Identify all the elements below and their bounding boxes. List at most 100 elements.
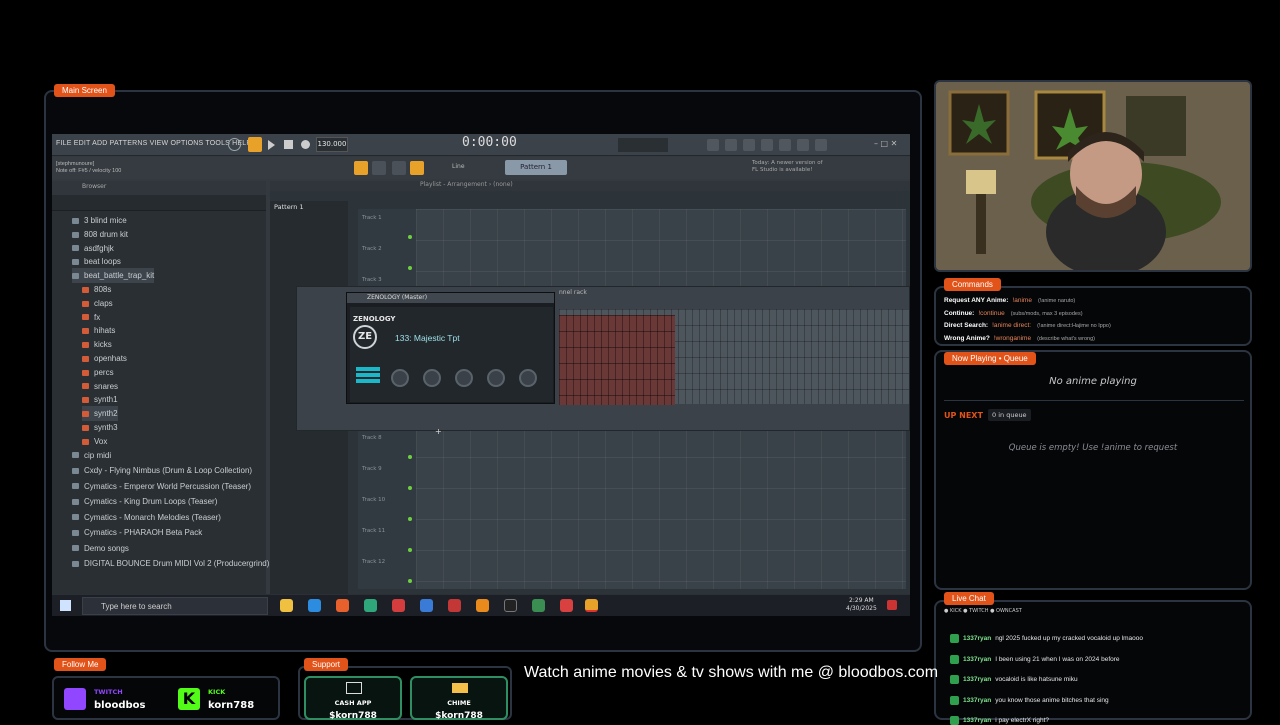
- pencil-icon[interactable]: [410, 161, 424, 175]
- pattern-selector[interactable]: Pattern 1: [505, 160, 567, 175]
- update-notice[interactable]: Today: A newer version of FL Studio is a…: [752, 160, 823, 174]
- attack-knob[interactable]: [455, 369, 473, 387]
- zenology-plugin[interactable]: ZENOLOGY (Master) ZENOLOGY ZE 133: Majes…: [346, 292, 555, 404]
- tool-icon[interactable]: [707, 139, 719, 151]
- browser-item[interactable]: asdfghjk: [72, 241, 114, 256]
- line-label[interactable]: Line: [452, 163, 465, 170]
- app-icon[interactable]: [532, 599, 545, 612]
- browser-item[interactable]: kicks: [82, 337, 112, 352]
- track-label[interactable]: Track 9: [362, 466, 382, 472]
- track-label[interactable]: Track 3: [362, 277, 382, 283]
- track-label[interactable]: Track 8: [362, 435, 382, 441]
- browser-item[interactable]: Cymatics - King Drum Loops (Teaser): [72, 494, 217, 509]
- play-icon[interactable]: [268, 140, 275, 150]
- fl-menu[interactable]: FILE EDIT ADD PATTERNS VIEW OPTIONS TOOL…: [56, 140, 251, 147]
- twitch-handle[interactable]: bloodbos: [94, 700, 145, 711]
- taskbar-search[interactable]: Type here to search: [82, 597, 268, 615]
- cutoff-knob[interactable]: [391, 369, 409, 387]
- browser-item[interactable]: 808s: [82, 282, 111, 297]
- stop-icon[interactable]: [284, 140, 293, 149]
- tool-icon[interactable]: [779, 139, 791, 151]
- chat-username[interactable]: 1337ryan: [963, 656, 991, 663]
- zenology-tab[interactable]: [356, 367, 380, 371]
- edge-icon[interactable]: [308, 599, 321, 612]
- track-label[interactable]: Track 1: [362, 215, 382, 221]
- browser-panel[interactable]: Browser 3 blind mice 808 drum kit asdfghjk…: [52, 181, 269, 594]
- tool-icon[interactable]: [743, 139, 755, 151]
- window-controls[interactable]: – □ ✕: [874, 139, 897, 148]
- chat-username[interactable]: 1337ryan: [963, 697, 991, 704]
- windows-start-icon[interactable]: [60, 600, 71, 611]
- zenology-patch-name[interactable]: 133: Majestic Tpt: [395, 333, 460, 343]
- browser-item[interactable]: Cymatics - PHARAOH Beta Pack: [72, 525, 202, 540]
- snap-icon[interactable]: [354, 161, 368, 175]
- pattern-song-toggle[interactable]: [248, 137, 262, 152]
- chrome-icon[interactable]: [560, 599, 573, 612]
- tool-icon[interactable]: [725, 139, 737, 151]
- browser-item[interactable]: Cymatics - Emperor World Percussion (Tea…: [72, 479, 251, 494]
- track-label[interactable]: Track 12: [362, 559, 385, 565]
- draw-icon[interactable]: [372, 161, 386, 175]
- taskbar-clock[interactable]: 2:29 AM 4/30/2025: [846, 597, 877, 613]
- browser-item[interactable]: Cxdy - Flying Nimbus (Drum & Loop Collec…: [72, 463, 252, 478]
- fl-studio-taskbar-icon[interactable]: [585, 599, 598, 612]
- browser-item[interactable]: synth1: [82, 392, 118, 407]
- browser-item[interactable]: snares: [82, 379, 118, 394]
- zenology-tab[interactable]: [356, 373, 380, 377]
- release-knob[interactable]: [487, 369, 505, 387]
- app-icon[interactable]: [420, 599, 433, 612]
- track-mute-led[interactable]: [408, 579, 412, 583]
- track-label[interactable]: Track 2: [362, 246, 382, 252]
- track-mute-led[interactable]: [408, 455, 412, 459]
- help-icon[interactable]: [761, 139, 773, 151]
- app-icon[interactable]: [364, 599, 377, 612]
- track-mute-led[interactable]: [408, 235, 412, 239]
- tool-icon[interactable]: [797, 139, 809, 151]
- add-channel-icon[interactable]: +: [435, 427, 442, 436]
- track-label[interactable]: Track 11: [362, 528, 385, 534]
- tempo-display[interactable]: 130.000: [316, 137, 348, 152]
- browser-item[interactable]: cip midi: [72, 448, 111, 463]
- zenology-tab[interactable]: [356, 379, 380, 383]
- resonance-knob[interactable]: [423, 369, 441, 387]
- browser-item[interactable]: hihats: [82, 323, 115, 338]
- browser-item[interactable]: 808 drum kit: [72, 227, 128, 242]
- browser-tabs[interactable]: [52, 195, 266, 211]
- pattern-item[interactable]: Pattern 1: [274, 203, 304, 211]
- file-explorer-icon[interactable]: [280, 599, 293, 612]
- chat-username[interactable]: 1337ryan: [963, 635, 991, 642]
- browser-item[interactable]: percs: [82, 365, 114, 380]
- firefox-icon[interactable]: [336, 599, 349, 612]
- browser-item[interactable]: synth3: [82, 420, 118, 435]
- browser-item[interactable]: synth2: [82, 406, 118, 422]
- browser-item[interactable]: Vox: [82, 434, 107, 449]
- kick-handle[interactable]: korn788: [208, 700, 254, 711]
- step-grid-active[interactable]: [559, 315, 675, 405]
- portamento-knob[interactable]: [519, 369, 537, 387]
- browser-item[interactable]: Demo songs: [72, 541, 129, 556]
- track-mute-led[interactable]: [408, 486, 412, 490]
- track-mute-led[interactable]: [408, 266, 412, 270]
- paint-icon[interactable]: [392, 161, 406, 175]
- track-mute-led[interactable]: [408, 517, 412, 521]
- chat-username[interactable]: 1337ryan: [963, 676, 991, 683]
- browser-item[interactable]: 3 blind mice: [72, 213, 127, 228]
- record-icon[interactable]: [301, 140, 310, 149]
- browser-item[interactable]: beat_battle_trap_kit: [72, 268, 155, 284]
- browser-item[interactable]: DIGITAL BOUNCE Drum MIDI Vol 2 (Producer…: [72, 556, 269, 571]
- notification-icon[interactable]: [887, 600, 897, 610]
- chime-card[interactable]: CHIME $korn788: [410, 676, 508, 721]
- browser-item[interactable]: Cymatics - Monarch Melodies (Teaser): [72, 510, 221, 525]
- browser-item[interactable]: claps: [82, 296, 113, 311]
- chat-username[interactable]: 1337ryan: [963, 717, 991, 724]
- info-icon[interactable]: [815, 139, 827, 151]
- vlc-icon[interactable]: [476, 599, 489, 612]
- browser-item[interactable]: openhats: [82, 351, 127, 366]
- terminal-icon[interactable]: [504, 599, 517, 612]
- browser-item[interactable]: fx: [82, 310, 100, 325]
- cashapp-card[interactable]: CASH APP $korn788: [304, 676, 402, 721]
- fl-studio-window[interactable]: FILE EDIT ADD PATTERNS VIEW OPTIONS TOOL…: [52, 134, 910, 594]
- track-mute-led[interactable]: [408, 548, 412, 552]
- metronome-icon[interactable]: [228, 138, 241, 151]
- browser-item[interactable]: beat loops: [72, 254, 121, 269]
